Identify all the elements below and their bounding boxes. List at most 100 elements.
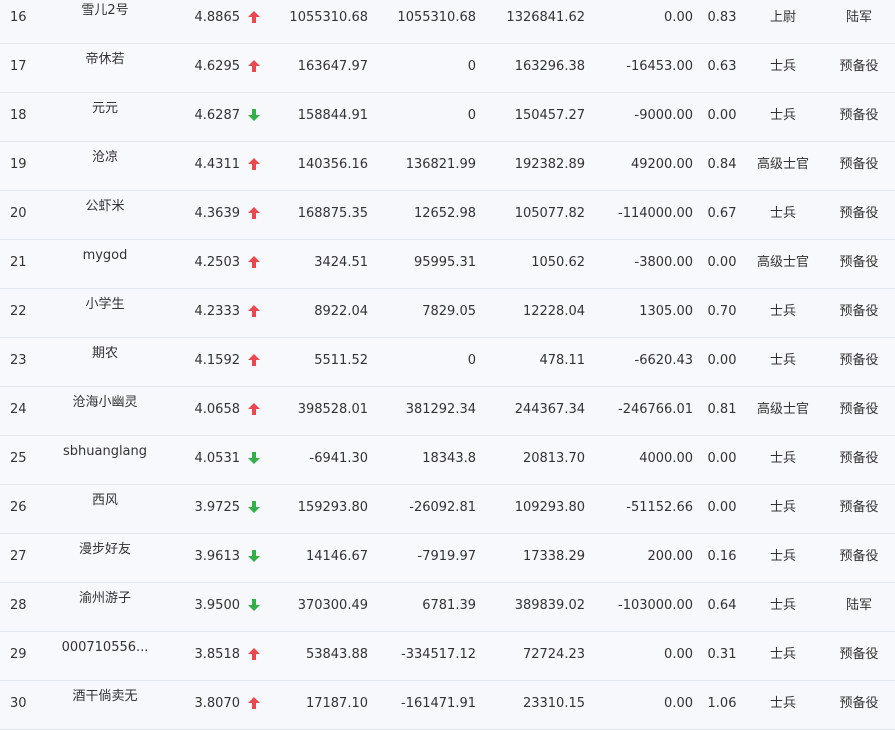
army-cell: 预备役 (839, 500, 879, 515)
army-cell: 预备役 (839, 255, 879, 270)
army-cell: 陆军 (845, 598, 872, 613)
value-3-cell: 478.11 (539, 353, 586, 368)
military-rank-cell: 高级士官 (756, 157, 809, 172)
table-row[interactable]: 25 sbhuanglang 4.0531 -6941.30 18343.8 20813.… (0, 436, 895, 485)
rank-cell: 22 (10, 304, 27, 319)
rank-cell: 23 (10, 353, 27, 368)
arrow-up-icon (246, 158, 262, 170)
army-cell: 预备役 (839, 108, 879, 123)
score-cell: 4.4311 (194, 157, 241, 172)
ratio-cell: 0.00 (707, 108, 737, 123)
score-cell: 3.9613 (194, 549, 241, 564)
value-4-cell: -51152.66 (626, 500, 693, 515)
table-row[interactable]: 28 渝州游子 3.9500 370300.49 6781.39 389839.02 -10… (0, 583, 895, 632)
arrow-up-icon (246, 11, 262, 23)
player-name-link[interactable]: 元元 (40, 101, 170, 117)
arrow-up-icon (246, 60, 262, 72)
value-4-cell: -16453.00 (626, 59, 693, 74)
value-2-cell: 381292.34 (405, 402, 476, 417)
value-1-cell: 14146.67 (305, 549, 368, 564)
player-name-link[interactable]: 渝州游子 (40, 591, 170, 607)
score-cell: 4.2503 (194, 255, 241, 270)
army-cell: 预备役 (839, 59, 879, 74)
arrow-up-icon (246, 305, 262, 317)
ratio-cell: 0.16 (707, 549, 737, 564)
score-cell: 4.8865 (194, 10, 241, 25)
value-3-cell: 105077.82 (514, 206, 585, 221)
value-4-cell: 1305.00 (639, 304, 693, 319)
ratio-cell: 0.00 (707, 255, 737, 270)
value-2-cell: 0 (467, 353, 476, 368)
rank-cell: 16 (10, 10, 27, 25)
table-row[interactable]: 16 雪儿2号 4.8865 1055310.68 1055310.68 1326841.… (0, 0, 895, 44)
player-name-link[interactable]: 漫步好友 (40, 542, 170, 558)
player-name-link[interactable]: 公虾米 (40, 199, 170, 215)
military-rank-cell: 士兵 (769, 451, 796, 466)
army-cell: 预备役 (839, 451, 879, 466)
value-3-cell: 244367.34 (514, 402, 585, 417)
arrow-up-icon (246, 403, 262, 415)
value-2-cell: 95995.31 (413, 255, 476, 270)
rank-cell: 25 (10, 451, 27, 466)
arrow-down-icon (246, 550, 262, 562)
value-1-cell: 17187.10 (305, 696, 368, 711)
ratio-cell: 0.83 (707, 10, 737, 25)
military-rank-cell: 高级士官 (756, 402, 809, 417)
value-1-cell: 5511.52 (314, 353, 368, 368)
player-name-link[interactable]: 小学生 (40, 297, 170, 313)
ratio-cell: 0.00 (707, 500, 737, 515)
value-1-cell: 370300.49 (297, 598, 368, 613)
rank-cell: 20 (10, 206, 27, 221)
value-1-cell: 398528.01 (297, 402, 368, 417)
table-row[interactable]: 29 000710556... 3.8518 53843.88 -334517.12 72… (0, 632, 895, 681)
table-row[interactable]: 24 沧海小幽灵 4.0658 398528.01 381292.34 244367.34… (0, 387, 895, 436)
score-cell: 4.6295 (194, 59, 241, 74)
table-row[interactable]: 26 西风 3.9725 159293.80 -26092.81 109293.80 -51… (0, 485, 895, 534)
value-2-cell: 18343.8 (422, 451, 476, 466)
value-3-cell: 150457.27 (514, 108, 585, 123)
score-cell: 4.2333 (194, 304, 241, 319)
table-row[interactable]: 27 漫步好友 3.9613 14146.67 -7919.97 17338.29 200.… (0, 534, 895, 583)
value-3-cell: 72724.23 (522, 647, 585, 662)
table-row[interactable]: 17 帝休若 4.6295 163647.97 0 163296.38 -16453.00 0… (0, 44, 895, 93)
table-row[interactable]: 20 公虾米 4.3639 168875.35 12652.98 105077.82 -11… (0, 191, 895, 240)
table-row[interactable]: 22 小学生 4.2333 8922.04 7829.05 12228.04 1305.00… (0, 289, 895, 338)
military-rank-cell: 士兵 (769, 304, 796, 319)
arrow-up-icon (246, 697, 262, 709)
value-3-cell: 109293.80 (514, 500, 585, 515)
ratio-cell: 0.63 (707, 59, 737, 74)
army-cell: 预备役 (839, 696, 879, 711)
player-name-link[interactable]: sbhuanglang (40, 444, 170, 460)
player-name-link[interactable]: 000710556... (40, 640, 170, 656)
ratio-cell: 0.00 (707, 451, 737, 466)
rank-cell: 29 (10, 647, 27, 662)
ranking-table: 16 雪儿2号 4.8865 1055310.68 1055310.68 1326841.… (0, 0, 895, 730)
value-1-cell: 159293.80 (297, 500, 368, 515)
player-name-link[interactable]: mygod (40, 248, 170, 264)
table-row[interactable]: 19 沧凉 4.4311 140356.16 136821.99 192382.89 492… (0, 142, 895, 191)
player-name-link[interactable]: 期农 (40, 346, 170, 362)
player-name-link[interactable]: 沧凉 (40, 150, 170, 166)
table-row[interactable]: 18 元元 4.6287 158844.91 0 150457.27 -9000.00 0.0… (0, 93, 895, 142)
player-name-link[interactable]: 雪儿2号 (40, 3, 170, 19)
value-1-cell: 8922.04 (314, 304, 368, 319)
score-cell: 3.9725 (194, 500, 241, 515)
value-3-cell: 1326841.62 (506, 10, 585, 25)
score-cell: 4.0658 (194, 402, 241, 417)
player-name-link[interactable]: 沧海小幽灵 (40, 395, 170, 411)
player-name-link[interactable]: 西风 (40, 493, 170, 509)
value-4-cell: -9000.00 (634, 108, 693, 123)
value-3-cell: 23310.15 (522, 696, 585, 711)
value-4-cell: 0.00 (664, 10, 693, 25)
military-rank-cell: 士兵 (769, 500, 796, 515)
ratio-cell: 0.81 (707, 402, 737, 417)
army-cell: 预备役 (839, 647, 879, 662)
table-row[interactable]: 21 mygod 4.2503 3424.51 95995.31 1050.62 -3800… (0, 240, 895, 289)
army-cell: 陆军 (845, 10, 872, 25)
value-1-cell: 168875.35 (297, 206, 368, 221)
player-name-link[interactable]: 帝休若 (40, 52, 170, 68)
table-row[interactable]: 23 期农 4.1592 5511.52 0 478.11 -6620.43 0.00 士兵 预备… (0, 338, 895, 387)
military-rank-cell: 士兵 (769, 59, 796, 74)
score-cell: 3.9500 (194, 598, 241, 613)
player-name-link[interactable]: 酒干倘卖无 (40, 689, 170, 705)
